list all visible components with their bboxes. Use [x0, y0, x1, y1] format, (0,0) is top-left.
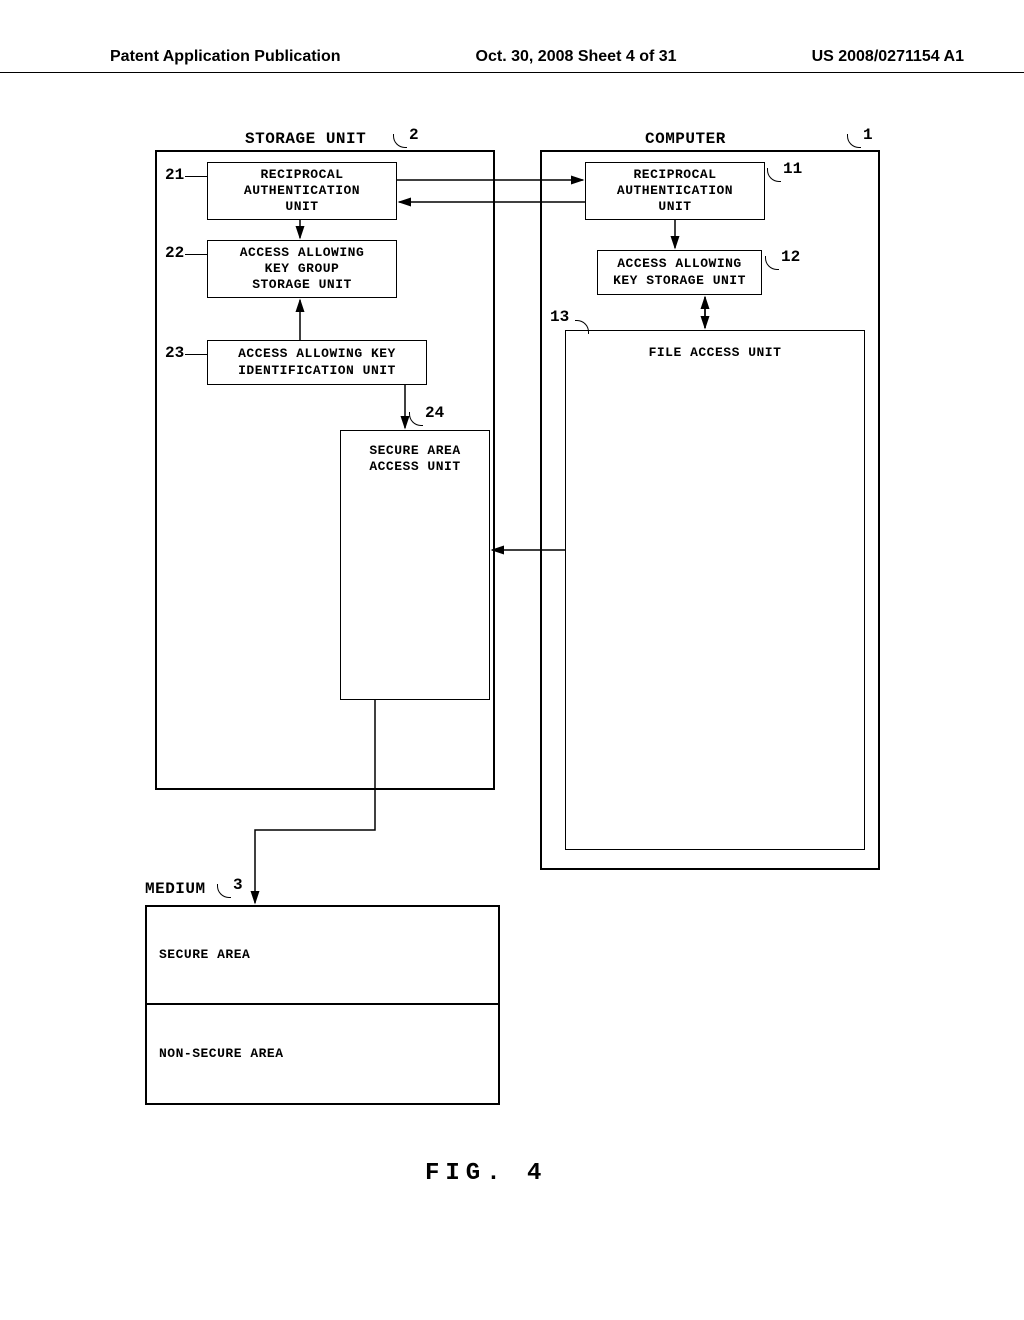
nonsecure-area-label: NON-SECURE AREA [159, 1046, 284, 1062]
storage-unit-ref: 2 [409, 126, 419, 144]
secure-area-label: SECURE AREA [159, 947, 250, 963]
block-24-label: SECURE AREAACCESS UNIT [369, 443, 460, 476]
block-21-label: RECIPROCALAUTHENTICATIONUNIT [244, 167, 360, 216]
block-11: RECIPROCALAUTHENTICATIONUNIT [585, 162, 765, 220]
header-center: Oct. 30, 2008 Sheet 4 of 31 [476, 48, 677, 66]
medium-ref: 3 [233, 876, 243, 894]
block-22: ACCESS ALLOWINGKEY GROUPSTORAGE UNIT [207, 240, 397, 298]
storage-unit-title: STORAGE UNIT [245, 130, 366, 148]
block-24-ref: 24 [425, 404, 444, 422]
computer-title: COMPUTER [645, 130, 726, 148]
header-right: US 2008/0271154 A1 [812, 48, 964, 66]
block-23-ref: 23 [165, 344, 184, 362]
block-21: RECIPROCALAUTHENTICATIONUNIT [207, 162, 397, 220]
diagram-canvas: STORAGE UNIT 2 COMPUTER 1 RECIPROCALAUTH… [145, 130, 905, 1190]
nonsecure-area: NON-SECURE AREA [145, 1005, 500, 1105]
block-12: ACCESS ALLOWINGKEY STORAGE UNIT [597, 250, 762, 295]
medium-title: MEDIUM [145, 880, 206, 898]
secure-area: SECURE AREA [145, 905, 500, 1005]
block-22-ref: 22 [165, 244, 184, 262]
block-22-label: ACCESS ALLOWINGKEY GROUPSTORAGE UNIT [240, 245, 365, 294]
block-12-label: ACCESS ALLOWINGKEY STORAGE UNIT [613, 256, 746, 289]
block-12-ref: 12 [781, 248, 800, 266]
block-23-label: ACCESS ALLOWING KEYIDENTIFICATION UNIT [238, 346, 396, 379]
block-21-ref: 21 [165, 166, 184, 184]
header-left: Patent Application Publication [110, 48, 341, 66]
computer-ref: 1 [863, 126, 873, 144]
block-24: SECURE AREAACCESS UNIT [340, 430, 490, 700]
figure-caption: FIG. 4 [425, 1160, 547, 1187]
block-11-label: RECIPROCALAUTHENTICATIONUNIT [617, 167, 733, 216]
block-13-ref: 13 [550, 308, 569, 326]
block-13-label: FILE ACCESS UNIT [649, 345, 782, 361]
block-13: FILE ACCESS UNIT [565, 330, 865, 850]
block-11-ref: 11 [783, 160, 802, 178]
page-header: Patent Application Publication Oct. 30, … [0, 48, 1024, 73]
block-23: ACCESS ALLOWING KEYIDENTIFICATION UNIT [207, 340, 427, 385]
